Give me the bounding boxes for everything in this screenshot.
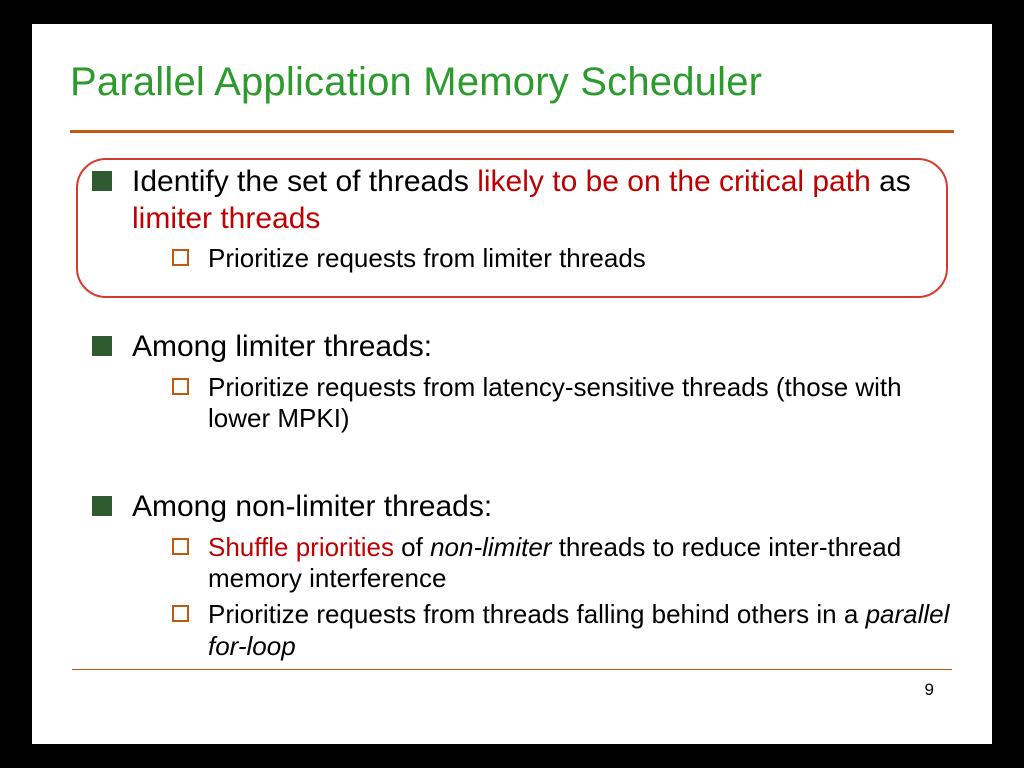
sub-bullet: Prioritize requests from threads falling…: [172, 599, 954, 662]
content-area: Identify the set of threads likely to be…: [92, 164, 954, 662]
bullet-item-2: Among limiter threads: Prioritize reques…: [92, 329, 954, 435]
bullet-item-1: Identify the set of threads likely to be…: [92, 164, 954, 275]
text-run: Prioritize requests from limiter threads: [208, 243, 646, 273]
sub-bullet: Prioritize requests from latency-sensiti…: [172, 372, 954, 435]
page-number: 9: [925, 680, 934, 700]
text-run: of: [394, 532, 430, 562]
text-run: Among limiter threads:: [132, 330, 432, 363]
bullet-item-3: Among non-limiter threads: Shuffle prior…: [92, 489, 954, 662]
text-run: non-limiter: [430, 532, 551, 562]
text-run: as: [871, 165, 911, 198]
text-run: Prioritize requests from threads falling…: [208, 599, 866, 629]
slide: Parallel Application Memory Scheduler Id…: [32, 24, 992, 744]
text-run: Identify the set of threads: [132, 165, 477, 198]
sub-bullet: Shuffle priorities of non-limiter thread…: [172, 532, 954, 595]
text-run: Shuffle priorities: [208, 532, 394, 562]
footer-underline: [72, 669, 952, 670]
text-run: Prioritize requests from latency-sensiti…: [208, 372, 902, 434]
title-underline: [70, 130, 954, 133]
text-run: likely to be on the critical path: [477, 165, 871, 198]
sub-bullet: Prioritize requests from limiter threads: [172, 243, 954, 275]
page-title: Parallel Application Memory Scheduler: [70, 60, 954, 105]
text-run: Among non-limiter threads:: [132, 490, 492, 523]
text-run: limiter threads: [132, 202, 320, 235]
